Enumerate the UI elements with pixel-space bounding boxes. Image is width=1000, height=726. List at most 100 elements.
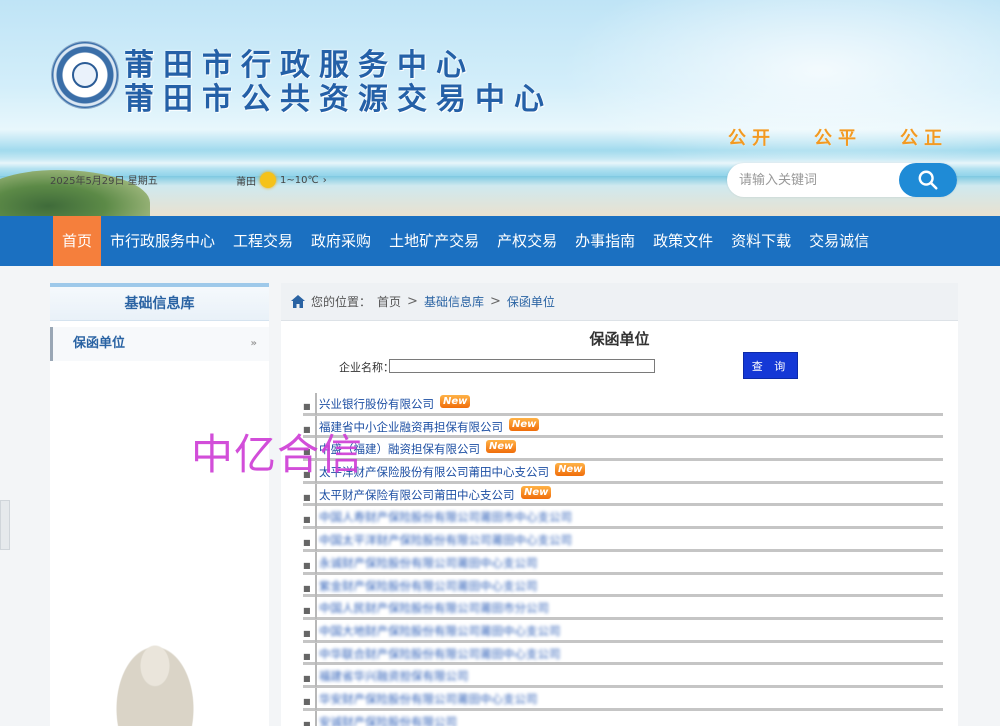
- guarantee-unit-list: ■ 兴业银行股份有限公司 New ■ 福建省中小企业融资再担保有限公司 New ■ 中盛（福建…: [303, 393, 943, 726]
- row-divider: [315, 574, 317, 597]
- page-title: 保函单位: [589, 330, 650, 348]
- breadcrumb-basic-info[interactable]: 基础信息库: [424, 293, 484, 310]
- list-item[interactable]: ■ 中国太平洋财产保险股份有限公司莆田中心支公司: [303, 529, 943, 552]
- query-button[interactable]: 查 询: [743, 352, 798, 379]
- sidebar-item-label: 保函单位: [73, 336, 126, 351]
- list-item[interactable]: ■ 兴业银行股份有限公司 New: [303, 393, 943, 416]
- bullet-icon: ■: [303, 606, 311, 616]
- nav-item-admin-center[interactable]: 市行政服务中心: [101, 216, 224, 266]
- bullet-icon: ■: [303, 492, 311, 502]
- search-button[interactable]: [899, 163, 957, 197]
- row-divider: [315, 597, 317, 620]
- nav-item-land-mineral[interactable]: 土地矿产交易: [380, 216, 488, 266]
- breadcrumb-home[interactable]: 首页: [377, 293, 401, 310]
- double-chevron-icon: »: [250, 338, 257, 349]
- row-divider: [315, 529, 317, 552]
- nav-item-credit[interactable]: 交易诚信: [800, 216, 878, 266]
- site-logo-icon[interactable]: [52, 42, 118, 108]
- nav-item-property-rights[interactable]: 产权交易: [488, 216, 566, 266]
- list-item[interactable]: ■ 太平洋财产保险股份有限公司莆田中心支公司 New: [303, 461, 943, 484]
- list-item-link[interactable]: 紫金财产保险股份有限公司莆田中心支公司: [319, 578, 538, 594]
- nav-item-downloads[interactable]: 资料下载: [722, 216, 800, 266]
- slogan-open: 公开: [728, 128, 776, 149]
- bullet-icon: ■: [303, 583, 311, 593]
- list-item-link[interactable]: 兴业银行股份有限公司: [319, 396, 434, 412]
- side-float-tab[interactable]: [0, 500, 10, 550]
- sidebar-title: 基础信息库: [50, 287, 269, 321]
- sidebar-item-guarantee-units[interactable]: 保函单位 »: [50, 327, 269, 361]
- nav-item-guide[interactable]: 办事指南: [566, 216, 644, 266]
- bullet-icon: ■: [303, 696, 311, 706]
- bullet-icon: ■: [303, 538, 311, 548]
- search-icon: [918, 170, 938, 190]
- row-divider: [315, 687, 317, 710]
- list-item[interactable]: ■ 福建省华兴融资担保有限公司: [303, 665, 943, 688]
- nav-item-procurement[interactable]: 政府采购: [302, 216, 380, 266]
- list-item-link[interactable]: 中国太平洋财产保险股份有限公司莆田中心支公司: [319, 532, 572, 548]
- bullet-icon: ■: [303, 651, 311, 661]
- breadcrumb-separator: >: [489, 294, 501, 309]
- row-divider: [315, 619, 317, 642]
- list-item[interactable]: ■ 紫金财产保险股份有限公司莆田中心支公司: [303, 574, 943, 598]
- list-item[interactable]: ■ 华安财产保险股份有限公司莆田中心支公司: [303, 687, 943, 711]
- new-badge: New: [486, 440, 517, 454]
- nav-item-home[interactable]: 首页: [53, 216, 102, 266]
- list-item-link[interactable]: 中国大地财产保险股份有限公司莆田中心支公司: [319, 623, 561, 639]
- weather-widget: 莆田 1~10℃ ›: [236, 172, 327, 188]
- search-box: [727, 163, 957, 197]
- list-item[interactable]: ■ 安诚财产保险股份有限公司: [303, 710, 943, 726]
- site-title-line2: 莆田市公共资源交易中心: [124, 82, 553, 117]
- list-item[interactable]: ■ 太平财产保险有限公司莆田中心支公司 New: [303, 483, 943, 507]
- list-item-link[interactable]: 中国人民财产保险股份有限公司莆田市分公司: [319, 600, 549, 616]
- new-badge: New: [521, 485, 552, 499]
- list-item[interactable]: ■ 中盛（福建）融资担保有限公司 New: [303, 438, 943, 462]
- weather-city: 莆田: [236, 176, 256, 188]
- statue-image: [112, 640, 198, 726]
- list-item[interactable]: ■ 中华联合财产保险股份有限公司莆田中心支公司: [303, 642, 943, 666]
- list-item-link[interactable]: 安诚财产保险股份有限公司: [319, 714, 457, 726]
- nav-item-policy[interactable]: 政策文件: [644, 216, 722, 266]
- weather-temp: 1~10℃: [280, 174, 319, 186]
- list-item[interactable]: ■ 中国大地财产保险股份有限公司莆田中心支公司: [303, 619, 943, 643]
- bullet-icon: ■: [303, 719, 311, 726]
- sunny-icon: [260, 172, 276, 188]
- search-input[interactable]: [739, 170, 889, 190]
- list-item[interactable]: ■ 永诚财产保险股份有限公司莆田中心支公司: [303, 551, 943, 575]
- nav-item-engineering[interactable]: 工程交易: [224, 216, 302, 266]
- chevron-right-icon: ›: [322, 174, 327, 186]
- main-nav: 首页 市行政服务中心 工程交易 政府采购 土地矿产交易 产权交易 办事指南 政策…: [0, 216, 1000, 266]
- list-item[interactable]: ■ 福建省中小企业融资再担保有限公司 New: [303, 415, 943, 439]
- bullet-icon: ■: [303, 515, 311, 525]
- new-badge: New: [440, 395, 471, 408]
- slogan-just: 公正: [900, 128, 948, 149]
- row-divider: [315, 506, 317, 529]
- main-content: 您的位置： 首页 > 基础信息库 > 保函单位 保函单位 企业名称： 查 询 ■…: [281, 283, 958, 726]
- company-name-label: 企业名称：: [339, 361, 394, 374]
- list-item-link[interactable]: 福建省华兴融资担保有限公司: [319, 668, 469, 684]
- list-item-link[interactable]: 太平财产保险有限公司莆田中心支公司: [319, 487, 515, 503]
- home-icon: [291, 295, 305, 308]
- bullet-icon: ■: [303, 560, 311, 570]
- new-badge: New: [555, 463, 586, 477]
- breadcrumb-separator: >: [407, 294, 418, 309]
- row-divider: [315, 710, 317, 726]
- list-item-link[interactable]: 中华联合财产保险股份有限公司莆田中心支公司: [319, 646, 561, 662]
- company-name-input[interactable]: [389, 359, 655, 373]
- bullet-icon: ■: [303, 402, 311, 411]
- date-text: 2025年5月29日 星期五: [50, 176, 158, 187]
- list-item-link[interactable]: 中国人寿财产保险股份有限公司莆田市中心支公司: [319, 509, 572, 525]
- slogan-fair: 公平: [814, 128, 862, 149]
- breadcrumb-prefix: 您的位置：: [311, 295, 372, 309]
- bullet-icon: ■: [303, 674, 311, 684]
- row-divider: [315, 551, 317, 574]
- new-badge: New: [509, 417, 540, 431]
- list-item-link[interactable]: 华安财产保险股份有限公司莆田中心支公司: [319, 691, 538, 707]
- list-item[interactable]: ■ 中国人寿财产保险股份有限公司莆田市中心支公司: [303, 506, 943, 530]
- breadcrumb-current[interactable]: 保函单位: [507, 293, 555, 310]
- bullet-icon: ■: [303, 628, 311, 638]
- list-item[interactable]: ■ 中国人民财产保险股份有限公司莆田市分公司: [303, 597, 943, 620]
- list-item-link[interactable]: 永诚财产保险股份有限公司莆田中心支公司: [319, 555, 538, 571]
- row-divider: [315, 665, 317, 688]
- site-header: 莆田市行政服务中心 莆田市公共资源交易中心 公开 公平 公正 2025年5月29…: [0, 0, 1000, 216]
- logo-face: [72, 62, 98, 88]
